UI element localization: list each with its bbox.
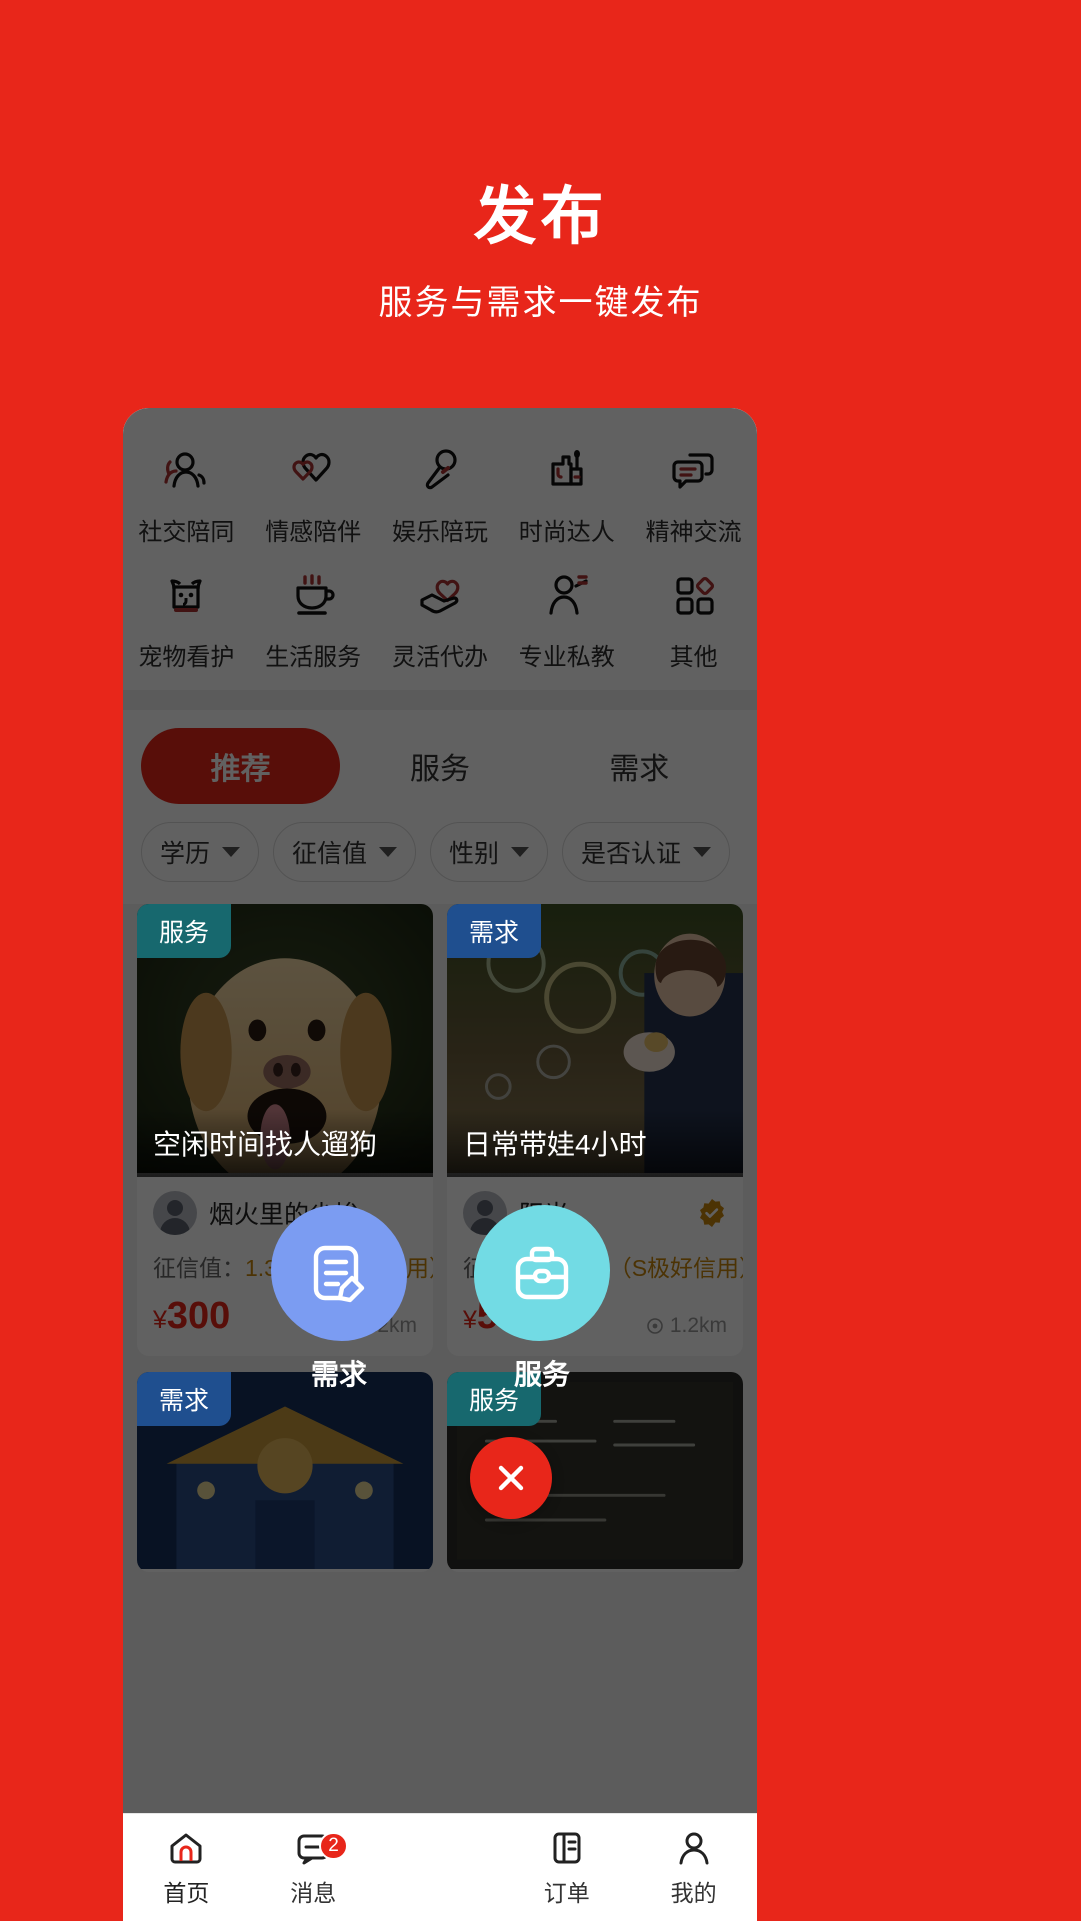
- app-panel: 社交陪同 情感陪伴 娱乐陪玩 时尚达人 精神交流 宠物看护 生活服务 灵活代办 …: [123, 408, 757, 1921]
- tab-demand[interactable]: 需求: [540, 728, 739, 804]
- nav-item-profile[interactable]: 我的: [630, 1828, 757, 1908]
- filter-bar: 学历 征信值 性别 是否认证: [123, 804, 757, 898]
- category-row-1: 社交陪同 情感陪伴 娱乐陪玩 时尚达人 精神交流: [123, 430, 757, 555]
- listing-title: 日常带娃4小时: [447, 1109, 743, 1177]
- filter-gender[interactable]: 性别: [430, 822, 549, 882]
- hero-header: 发布 服务与需求一键发布: [0, 0, 1081, 408]
- filter-label: 学历: [160, 840, 211, 868]
- nav-label: 订单: [543, 1879, 590, 1906]
- credit-note: （S极好信用）: [608, 1255, 743, 1281]
- category-pet-care[interactable]: 宠物看护: [123, 555, 250, 680]
- tab-bar: 推荐 服务 需求 学历 征信值 性别 是否认证: [123, 710, 757, 904]
- nav-item-order[interactable]: 订单: [503, 1828, 630, 1908]
- cosmetics-icon: [539, 442, 595, 498]
- listing-image: 需求: [137, 1372, 433, 1572]
- category-emotional-companion[interactable]: 情感陪伴: [250, 430, 377, 555]
- listing-title: 空闲时间找人遛狗: [137, 1109, 433, 1177]
- category-flexible-errand[interactable]: 灵活代办: [377, 555, 504, 680]
- microphone-icon: [412, 442, 468, 498]
- category-label: 灵活代办: [391, 644, 488, 671]
- card-list-row-1: 服务 空闲时间找人遛狗 烟火里的尘埃 征信值：1.3W（A优良信用） ¥300: [123, 904, 757, 1356]
- two-people-icon: [158, 442, 214, 498]
- listing-badge: 服务: [137, 904, 232, 958]
- listing-badge: 需求: [137, 1372, 232, 1426]
- chevron-down-icon: [511, 847, 530, 857]
- fab-label-service: 服务: [513, 1359, 570, 1390]
- filter-label: 是否认证: [581, 840, 682, 868]
- distance-text: 1.2km: [669, 1314, 727, 1337]
- grid-more-icon: [666, 567, 722, 623]
- verified-badge-icon: [700, 1199, 724, 1227]
- category-other[interactable]: 其他: [630, 555, 757, 680]
- nav-item-home[interactable]: 首页: [123, 1828, 250, 1908]
- briefcase-icon: [515, 1246, 569, 1300]
- section-divider: [123, 690, 757, 710]
- category-label: 社交陪同: [138, 519, 235, 546]
- bottom-navigation: 首页 2 消息 订单 我的: [123, 1813, 757, 1921]
- category-label: 专业私教: [518, 644, 615, 671]
- category-row-2: 宠物看护 生活服务 灵活代办 专业私教 其他: [123, 555, 757, 680]
- message-badge: 2: [319, 1831, 348, 1860]
- category-fashion-expert[interactable]: 时尚达人: [503, 430, 630, 555]
- price-amount: 300: [166, 1295, 231, 1337]
- category-entertainment-play[interactable]: 娱乐陪玩: [377, 430, 504, 555]
- category-label: 宠物看护: [138, 644, 235, 671]
- filter-credit-score[interactable]: 征信值: [273, 822, 417, 882]
- listing-image: 需求 日常带娃4小时: [447, 904, 743, 1177]
- chevron-down-icon: [222, 847, 241, 857]
- close-button[interactable]: [470, 1437, 552, 1519]
- hand-heart-icon: [412, 567, 468, 623]
- category-label: 精神交流: [645, 519, 742, 546]
- avatar: [153, 1191, 197, 1235]
- credit-label: 征信值：: [153, 1255, 245, 1281]
- category-label: 娱乐陪玩: [391, 519, 488, 546]
- listing-distance: 1.2km: [646, 1314, 727, 1338]
- nav-label: 消息: [290, 1879, 337, 1906]
- pet-face-icon: [158, 567, 214, 623]
- category-life-service[interactable]: 生活服务: [250, 555, 377, 680]
- chevron-down-icon: [693, 847, 712, 857]
- filter-verified[interactable]: 是否认证: [562, 822, 731, 882]
- listing-price: ¥300: [153, 1295, 230, 1338]
- filter-label: 性别: [449, 840, 500, 868]
- listing-badge: 需求: [447, 904, 542, 958]
- filter-label: 征信值: [292, 840, 368, 868]
- page-subtitle: 服务与需求一键发布: [378, 284, 703, 322]
- fab-publish-demand[interactable]: [271, 1205, 407, 1341]
- profile-icon: [679, 1832, 709, 1864]
- category-grid: 社交陪同 情感陪伴 娱乐陪玩 时尚达人 精神交流 宠物看护 生活服务 灵活代办 …: [123, 408, 757, 690]
- nav-label: 首页: [163, 1879, 210, 1906]
- document-edit-icon: [313, 1245, 365, 1303]
- category-label: 时尚达人: [518, 519, 615, 546]
- chat-bubbles-icon: [666, 442, 722, 498]
- nav-item-message[interactable]: 2 消息: [250, 1828, 377, 1908]
- category-spiritual-exchange[interactable]: 精神交流: [630, 430, 757, 555]
- currency-symbol: ¥: [153, 1306, 167, 1334]
- home-icon: [170, 1833, 202, 1863]
- filter-education[interactable]: 学历: [141, 822, 260, 882]
- tab-service[interactable]: 服务: [340, 728, 539, 804]
- card-list-row-2: 需求 服务: [123, 1372, 757, 1572]
- tab-recommend[interactable]: 推荐: [141, 728, 341, 804]
- location-pin-icon: [647, 1318, 663, 1334]
- close-icon: [498, 1465, 524, 1491]
- category-social-companion[interactable]: 社交陪同: [123, 430, 250, 555]
- currency-symbol: ¥: [463, 1306, 477, 1334]
- nav-label: 我的: [670, 1879, 717, 1906]
- coffee-cup-icon: [285, 567, 341, 623]
- category-label: 其他: [669, 644, 718, 671]
- order-icon: [553, 1832, 581, 1863]
- trainer-person-icon: [539, 567, 595, 623]
- fab-label-demand: 需求: [310, 1359, 367, 1390]
- category-label: 情感陪伴: [265, 519, 362, 546]
- chevron-down-icon: [379, 847, 398, 857]
- double-heart-icon: [285, 442, 341, 498]
- listing-card[interactable]: 需求: [137, 1372, 433, 1572]
- page-title: 发布: [473, 182, 608, 252]
- category-professional-trainer[interactable]: 专业私教: [503, 555, 630, 680]
- category-label: 生活服务: [265, 644, 362, 671]
- listing-image: 服务 空闲时间找人遛狗: [137, 904, 433, 1177]
